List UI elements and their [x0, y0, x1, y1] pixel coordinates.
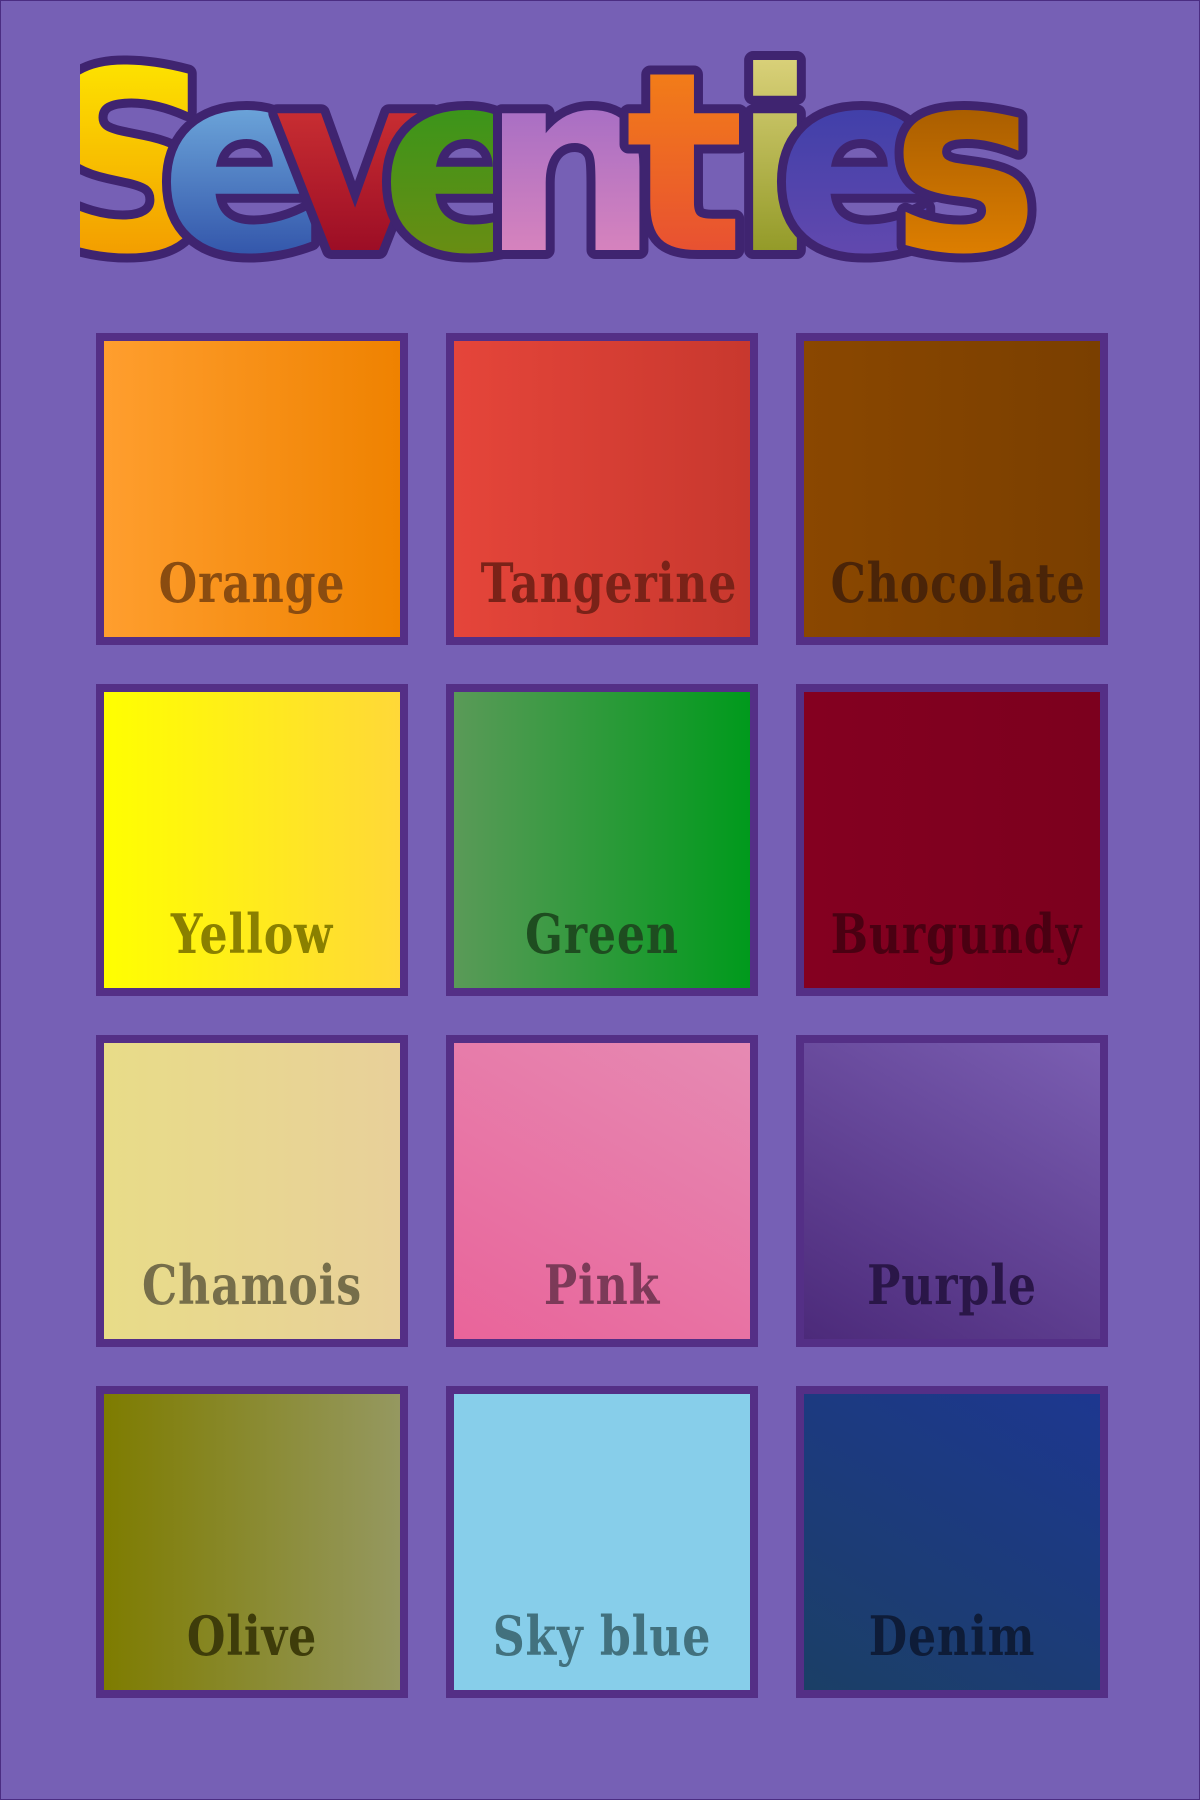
swatch-label: Burgundy: [830, 902, 1083, 966]
swatch-tangerine: Tangerine: [446, 333, 758, 645]
swatch-pink: Pink: [446, 1035, 758, 1347]
swatch-label: Orange: [158, 551, 346, 615]
swatch-sky-blue: Sky blue: [446, 1386, 758, 1698]
title-graphic: Seventies: [80, 40, 1048, 300]
swatch-label: Pink: [543, 1253, 661, 1317]
swatch-chamois: Chamois: [96, 1035, 408, 1347]
color-swatch-grid: Orange Tangerine Chocolate Yellow Green Burgu…: [96, 333, 1108, 1698]
swatch-label: Chocolate: [830, 551, 1086, 615]
title-letter-6: t: [625, 40, 745, 300]
swatch-label: Yellow: [170, 902, 334, 966]
swatch-label: Chamois: [141, 1253, 363, 1317]
swatch-olive: Olive: [96, 1386, 408, 1698]
swatch-yellow: Yellow: [96, 684, 408, 996]
swatch-label: Tangerine: [480, 551, 738, 615]
swatch-label: Green: [525, 902, 679, 966]
swatch-denim: Denim: [796, 1386, 1108, 1698]
swatch-label: Sky blue: [492, 1604, 712, 1668]
title-letter-9: s: [891, 40, 1040, 300]
swatch-label: Olive: [186, 1604, 318, 1668]
swatch-purple: Purple: [796, 1035, 1108, 1347]
swatch-label: Purple: [867, 1253, 1037, 1317]
swatch-orange: Orange: [96, 333, 408, 645]
swatch-burgundy: Burgundy: [796, 684, 1108, 996]
title-wordmark: Seventies: [80, 40, 1120, 300]
swatch-green: Green: [446, 684, 758, 996]
swatch-chocolate: Chocolate: [796, 333, 1108, 645]
swatch-label: Denim: [868, 1604, 1036, 1668]
